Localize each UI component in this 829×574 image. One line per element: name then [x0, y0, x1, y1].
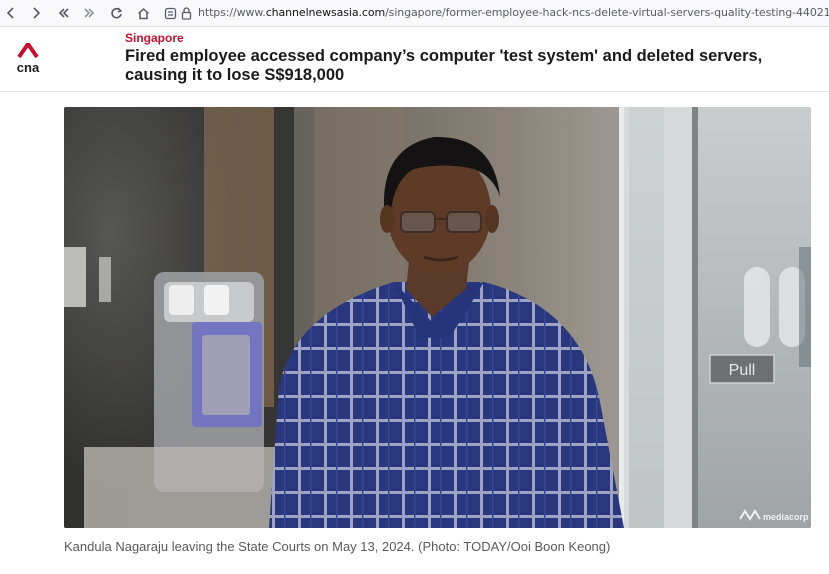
forward-icon[interactable]: [27, 3, 45, 23]
last-page-icon[interactable]: [80, 3, 98, 23]
url-domain: channelnewsasia.com: [265, 6, 386, 19]
watermark-text: mediacorp: [763, 512, 809, 522]
logo-text: cna: [17, 60, 40, 75]
first-page-icon[interactable]: [55, 3, 73, 23]
door-sign-text: Pull: [729, 362, 756, 379]
url-prefix: https://www.: [198, 6, 266, 19]
article-headline: Fired employee accessed company’s comput…: [125, 47, 763, 84]
back-icon[interactable]: [2, 3, 20, 23]
article-photo: Pull mediacorp: [64, 107, 811, 528]
cna-logo[interactable]: cna: [14, 40, 42, 75]
site-header: cna Singapore Fired employee accessed co…: [0, 27, 829, 92]
url-path: /singapore/former-employee-hack-ncs-dele…: [385, 6, 829, 19]
address-bar[interactable]: https://www.channelnewsasia.com/singapor…: [198, 6, 829, 19]
browser-toolbar: https://www.channelnewsasia.com/singapor…: [0, 0, 829, 27]
category-link[interactable]: Singapore: [125, 31, 184, 45]
lock-icon: [177, 3, 195, 23]
photo-caption: Kandula Nagaraju leaving the State Court…: [64, 539, 611, 554]
home-icon[interactable]: [134, 3, 152, 23]
reload-icon[interactable]: [107, 3, 125, 23]
